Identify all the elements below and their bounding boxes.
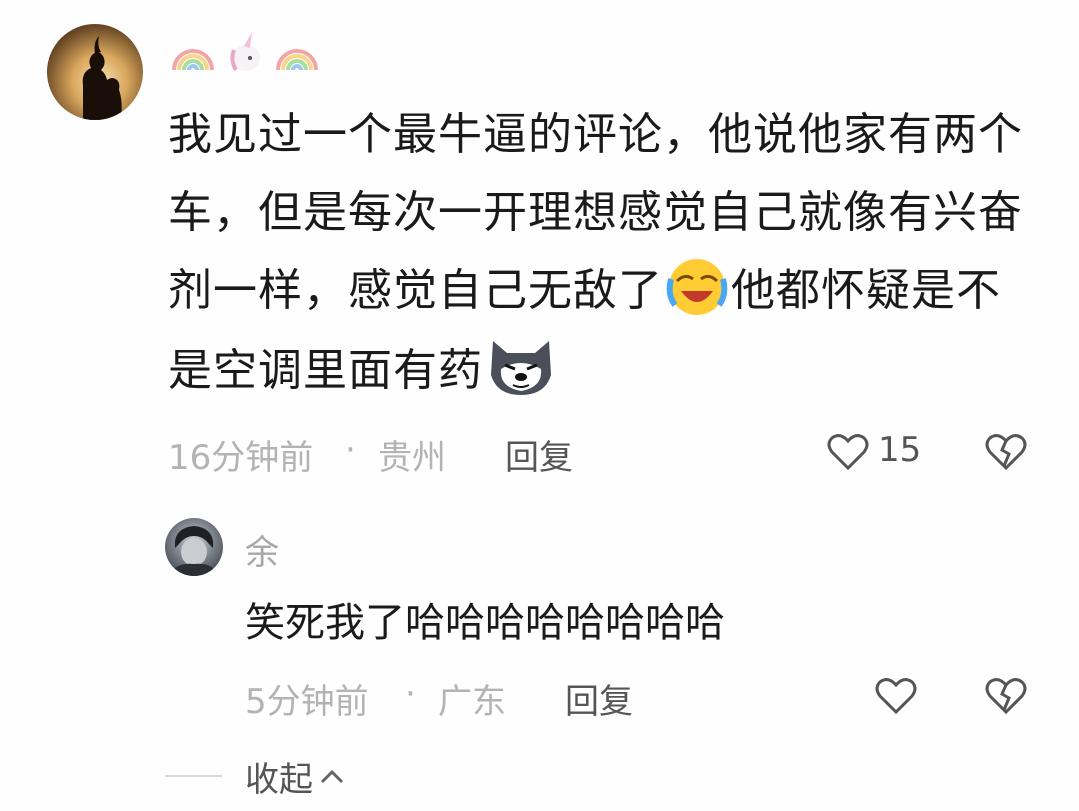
reply-button[interactable]: 回复 — [505, 430, 573, 479]
dislike-button[interactable] — [984, 430, 1028, 476]
avatar-person-icon — [169, 526, 219, 576]
avatar-silhouette-icon — [82, 36, 122, 120]
chevron-up-icon — [320, 769, 344, 783]
rainbow-icon — [170, 30, 216, 80]
like-button[interactable] — [826, 430, 870, 476]
comment-location: 贵州 — [378, 438, 446, 478]
reply-location: 广东 — [438, 682, 506, 722]
reply-dislike-button[interactable] — [984, 674, 1028, 720]
collapse-divider — [165, 775, 222, 777]
reply-username[interactable]: 余 — [245, 525, 279, 574]
collapse-label: 收起 — [245, 760, 313, 800]
reply-meta-separator: · — [405, 674, 416, 714]
heart-icon — [875, 678, 917, 715]
like-count: 15 — [878, 430, 922, 470]
broken-heart-icon — [985, 434, 1027, 471]
collapse-button[interactable]: 收起 — [245, 752, 345, 801]
heart-icon — [827, 434, 869, 471]
reply-avatar[interactable] — [165, 518, 223, 576]
broken-heart-icon — [985, 678, 1027, 715]
rainbow-icon — [274, 30, 320, 80]
username-emoji-row — [170, 30, 320, 80]
commenter-avatar[interactable] — [47, 24, 143, 120]
laughing-crying-icon — [665, 254, 729, 332]
reply-reply-button[interactable]: 回复 — [565, 674, 633, 723]
unicorn-icon — [222, 30, 268, 80]
reply-like-button[interactable] — [874, 674, 918, 720]
comment-time: 16分钟前 — [168, 438, 314, 478]
meta-separator: · — [345, 430, 356, 470]
reply-body: 笑死我了哈哈哈哈哈哈哈哈 — [245, 600, 725, 646]
reply-time: 5分钟前 — [245, 682, 369, 722]
smug-dog-icon — [485, 334, 557, 412]
comment-body: 我见过一个最牛逼的评论，他说他家有两个车，但是每次一开理想感觉自己就像有兴奋剂一… — [168, 96, 1028, 412]
